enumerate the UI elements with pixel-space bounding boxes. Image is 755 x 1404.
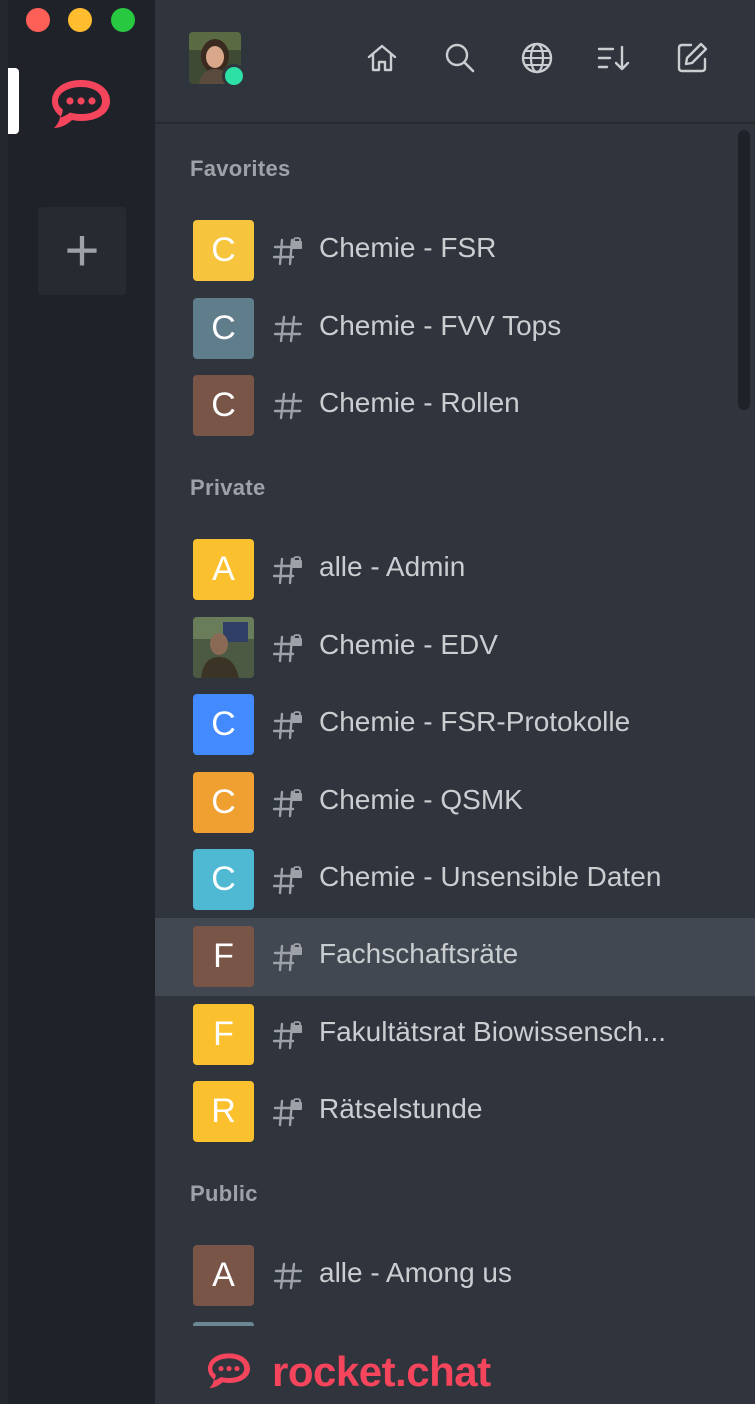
- private-channel-icon: [272, 1021, 302, 1050]
- minimize-window-button[interactable]: [68, 8, 92, 32]
- room-avatar-letter: C: [211, 309, 236, 347]
- room-item[interactable]: Aalle - Among us: [155, 1237, 755, 1315]
- room-avatar: F: [193, 1004, 254, 1065]
- room-item[interactable]: C Chemie - Rollen: [155, 367, 755, 445]
- room-photo: [193, 617, 254, 678]
- room-avatar: C: [193, 772, 254, 833]
- private-channel-icon: [272, 866, 302, 895]
- public-channel-icon-wrap: [273, 391, 305, 421]
- close-window-button[interactable]: [26, 8, 50, 32]
- room-avatar-letter: R: [211, 1092, 236, 1130]
- room-avatar-letter: F: [213, 937, 234, 975]
- room-name: Fachschaftsräte: [319, 938, 519, 969]
- rocketchat-logo-icon: [52, 80, 110, 128]
- rocketchat-footer-logo-icon: [205, 1349, 253, 1397]
- room-name: Chemie - Unsensible Daten: [319, 861, 662, 892]
- private-channel-icon: [272, 943, 302, 972]
- public-channel-icon: [273, 392, 303, 420]
- room-item[interactable]: Chemie - EDV: [155, 609, 755, 687]
- room-name: Chemie - FVV Tops: [319, 310, 562, 341]
- room-name: Chemie - Rollen: [319, 387, 520, 418]
- room-name: Rätselstunde: [319, 1093, 483, 1124]
- public-channel-icon: [273, 315, 303, 343]
- section-title-public: Public: [190, 1181, 258, 1206]
- room-item[interactable]: Aalle - Admin: [155, 531, 755, 609]
- room-item[interactable]: C Chemie - FSR: [155, 212, 755, 290]
- home-button[interactable]: [364, 40, 400, 76]
- room-avatar: [193, 617, 254, 678]
- private-channel-icon: [272, 1098, 302, 1127]
- window-edge: [0, 0, 8, 1404]
- room-avatar-letter: C: [211, 783, 236, 821]
- room-item[interactable]: C Chemie - FVV Tops: [155, 290, 755, 368]
- user-status-online: [222, 64, 246, 88]
- room-avatar-letter: A: [212, 1256, 235, 1294]
- room-avatar-letter: F: [213, 1015, 234, 1053]
- room-item[interactable]: F Fachschaftsräte: [155, 918, 755, 996]
- private-channel-icon: [272, 237, 302, 266]
- room-avatar: C: [193, 220, 254, 281]
- room-avatar: A: [193, 539, 254, 600]
- active-server-indicator: [8, 68, 19, 134]
- edit-icon: [677, 42, 708, 73]
- room-name: Chemie - FSR-Protokolle: [319, 706, 631, 737]
- room-avatar: A: [193, 1245, 254, 1306]
- sort-icon: [597, 45, 630, 71]
- room-name: alle - Among us: [319, 1257, 512, 1288]
- sort-button[interactable]: [596, 40, 632, 76]
- private-channel-icon-wrap: [272, 633, 305, 663]
- globe-icon: [521, 42, 553, 74]
- section-title-private: Private: [190, 475, 266, 500]
- room-avatar-letter: C: [211, 386, 236, 424]
- room-avatar: C: [193, 694, 254, 755]
- rocketchat-server-button[interactable]: [48, 74, 114, 132]
- private-channel-icon: [272, 711, 302, 740]
- private-channel-icon: [272, 634, 302, 663]
- private-channel-icon: [272, 556, 302, 585]
- room-avatar: C: [193, 298, 254, 359]
- room-item[interactable]: C Chemie - FSR-Protokolle: [155, 686, 755, 764]
- private-channel-icon-wrap: [272, 1020, 305, 1050]
- room-name: Chemie - FSR: [319, 232, 497, 263]
- room-name: alle - Admin: [319, 551, 466, 582]
- room-name: Fakultätsrat Biowissensch...: [319, 1016, 667, 1047]
- room-avatar: C: [193, 375, 254, 436]
- room-list-scrollbar[interactable]: [738, 130, 750, 410]
- private-channel-icon-wrap: [272, 942, 305, 972]
- room-avatar: R: [193, 1081, 254, 1142]
- room-avatar-letter: C: [211, 860, 236, 898]
- private-channel-icon-wrap: [272, 865, 305, 895]
- public-channel-icon-wrap: [273, 314, 305, 344]
- private-channel-icon-wrap: [272, 555, 305, 585]
- room-avatar: F: [193, 926, 254, 987]
- private-channel-icon-wrap: [272, 1097, 305, 1127]
- room-avatar-letter: A: [212, 550, 235, 588]
- plus-icon: +: [64, 217, 100, 284]
- room-item[interactable]: R Rätselstunde: [155, 1073, 755, 1151]
- section-title-favorites: Favorites: [190, 156, 291, 181]
- room-avatar-letter: C: [211, 231, 236, 269]
- private-channel-icon-wrap: [272, 710, 305, 740]
- directory-button[interactable]: [519, 40, 555, 76]
- room-name: Chemie - QSMK: [319, 784, 523, 815]
- room-item[interactable]: F Fakultätsrat Biowissensch...: [155, 996, 755, 1074]
- room-avatar: C: [193, 849, 254, 910]
- search-icon: [445, 43, 475, 73]
- private-channel-icon-wrap: [272, 788, 305, 818]
- room-name: Chemie - EDV: [319, 629, 498, 660]
- private-channel-icon: [272, 789, 302, 818]
- private-channel-icon-wrap: [272, 236, 305, 266]
- add-server-button[interactable]: +: [38, 207, 126, 295]
- zoom-window-button[interactable]: [111, 8, 135, 32]
- public-channel-icon-wrap: [273, 1261, 305, 1291]
- room-item[interactable]: C Chemie - QSMK: [155, 764, 755, 842]
- home-icon: [367, 44, 397, 72]
- public-channel-icon: [273, 1262, 303, 1290]
- search-button[interactable]: [442, 40, 478, 76]
- room-item[interactable]: C Chemie - Unsensible Daten: [155, 841, 755, 919]
- footer-brand-name: rocket.chat: [272, 1348, 491, 1395]
- create-new-button[interactable]: [674, 40, 710, 76]
- room-avatar-letter: C: [211, 705, 236, 743]
